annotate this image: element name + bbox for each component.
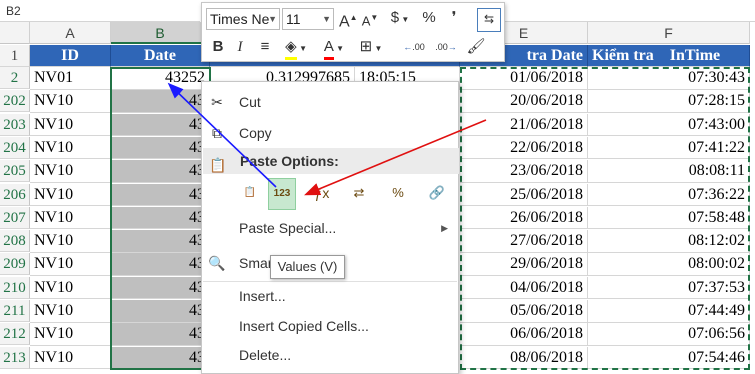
blue-arrow xyxy=(167,82,277,188)
red-arrow xyxy=(304,119,487,196)
annotation-arrows xyxy=(167,82,487,196)
